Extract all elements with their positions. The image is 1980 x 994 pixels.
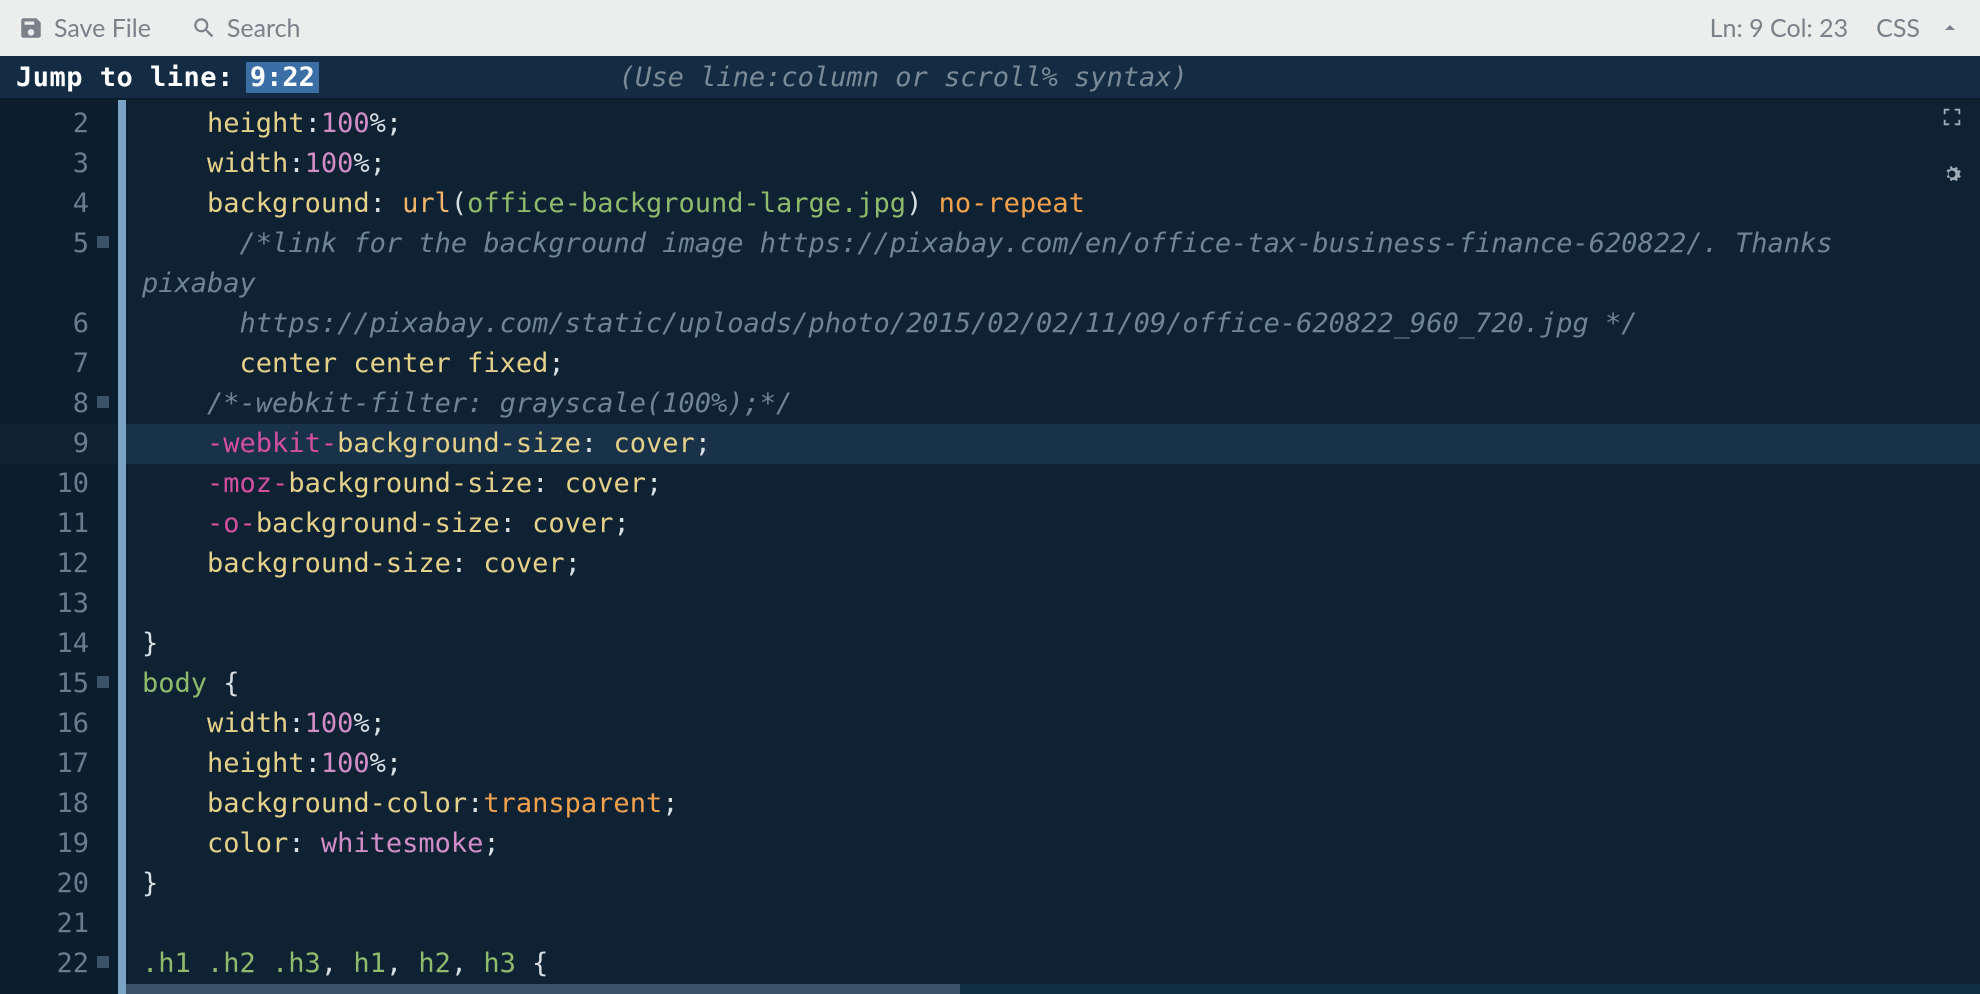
code-line[interactable]: -moz-background-size: cover; bbox=[126, 464, 1980, 504]
fold-marker[interactable] bbox=[97, 956, 109, 968]
code-line[interactable]: /*link for the background image https://… bbox=[126, 224, 1980, 264]
code-line[interactable]: -webkit-background-size: cover; bbox=[126, 424, 1980, 464]
line-number: 5 bbox=[0, 224, 89, 264]
code-line[interactable] bbox=[126, 904, 1980, 944]
jump-to-line-bar: Jump to line: 9:22 (Use line:column or s… bbox=[0, 56, 1980, 100]
line-number: 10 bbox=[0, 464, 89, 504]
code-line[interactable]: body { bbox=[126, 664, 1980, 704]
search-label: Search bbox=[227, 13, 301, 43]
code-line[interactable] bbox=[126, 584, 1980, 624]
code-line[interactable]: center center fixed; bbox=[126, 344, 1980, 384]
code-line[interactable]: background-color:transparent; bbox=[126, 784, 1980, 824]
code-line[interactable]: /*-webkit-filter: grayscale(100%);*/ bbox=[126, 384, 1980, 424]
fold-marker[interactable] bbox=[97, 236, 109, 248]
line-number bbox=[0, 264, 89, 304]
line-number: 20 bbox=[0, 864, 89, 904]
line-number: 3 bbox=[0, 144, 89, 184]
line-number: 4 bbox=[0, 184, 89, 224]
code-line[interactable]: background: url(office-background-large.… bbox=[126, 184, 1980, 224]
code-line[interactable]: } bbox=[126, 624, 1980, 664]
code-line[interactable]: color: whitesmoke; bbox=[126, 824, 1980, 864]
line-number: 22 bbox=[0, 944, 89, 984]
gear-icon[interactable] bbox=[1940, 162, 1964, 186]
expand-icon[interactable] bbox=[1941, 106, 1963, 128]
code-line[interactable]: background-size: cover; bbox=[126, 544, 1980, 584]
line-number: 17 bbox=[0, 744, 89, 784]
line-number: 12 bbox=[0, 544, 89, 584]
fold-marker[interactable] bbox=[97, 676, 109, 688]
cursor-status: Ln: 9 Col: 23 bbox=[1710, 13, 1849, 43]
horizontal-scrollbar[interactable] bbox=[126, 984, 1980, 994]
save-button[interactable]: Save File bbox=[18, 13, 151, 43]
line-gutter: 2345678910111213141516171819202122 bbox=[0, 100, 118, 994]
fold-marker[interactable] bbox=[97, 396, 109, 408]
save-icon bbox=[18, 15, 44, 41]
search-button[interactable]: Search bbox=[191, 13, 301, 43]
chevron-up-icon[interactable] bbox=[1938, 16, 1962, 40]
fold-margin bbox=[118, 100, 126, 994]
line-number: 13 bbox=[0, 584, 89, 624]
line-number: 19 bbox=[0, 824, 89, 864]
code-area[interactable]: height:100%; width:100%; background: url… bbox=[126, 100, 1980, 994]
code-line[interactable]: pixabay bbox=[126, 264, 1980, 304]
code-editor[interactable]: 2345678910111213141516171819202122 heigh… bbox=[0, 100, 1980, 994]
search-icon bbox=[191, 15, 217, 41]
line-number: 21 bbox=[0, 904, 89, 944]
code-line[interactable]: height:100%; bbox=[126, 744, 1980, 784]
jump-prompt: Jump to line: bbox=[16, 62, 234, 93]
code-line[interactable]: height:100%; bbox=[126, 104, 1980, 144]
toolbar: Save File Search Ln: 9 Col: 23 CSS bbox=[0, 0, 1980, 56]
code-line[interactable]: .h1 .h2 .h3, h1, h2, h3 { bbox=[126, 944, 1980, 984]
code-line[interactable]: https://pixabay.com/static/uploads/photo… bbox=[126, 304, 1980, 344]
line-number: 16 bbox=[0, 704, 89, 744]
line-number: 18 bbox=[0, 784, 89, 824]
code-line[interactable]: width:100%; bbox=[126, 704, 1980, 744]
jump-hint: (Use line:column or scroll% syntax) bbox=[619, 62, 1188, 93]
line-number: 8 bbox=[0, 384, 89, 424]
code-line[interactable]: width:100%; bbox=[126, 144, 1980, 184]
line-number: 2 bbox=[0, 104, 89, 144]
code-line[interactable]: -o-background-size: cover; bbox=[126, 504, 1980, 544]
jump-input[interactable]: 9:22 bbox=[246, 62, 319, 93]
line-number: 11 bbox=[0, 504, 89, 544]
save-label: Save File bbox=[54, 13, 151, 43]
code-line[interactable]: } bbox=[126, 864, 1980, 904]
language-mode[interactable]: CSS bbox=[1876, 13, 1920, 43]
scroll-thumb[interactable] bbox=[126, 984, 960, 994]
line-number: 6 bbox=[0, 304, 89, 344]
line-number: 15 bbox=[0, 664, 89, 704]
line-number: 7 bbox=[0, 344, 89, 384]
line-number: 14 bbox=[0, 624, 89, 664]
